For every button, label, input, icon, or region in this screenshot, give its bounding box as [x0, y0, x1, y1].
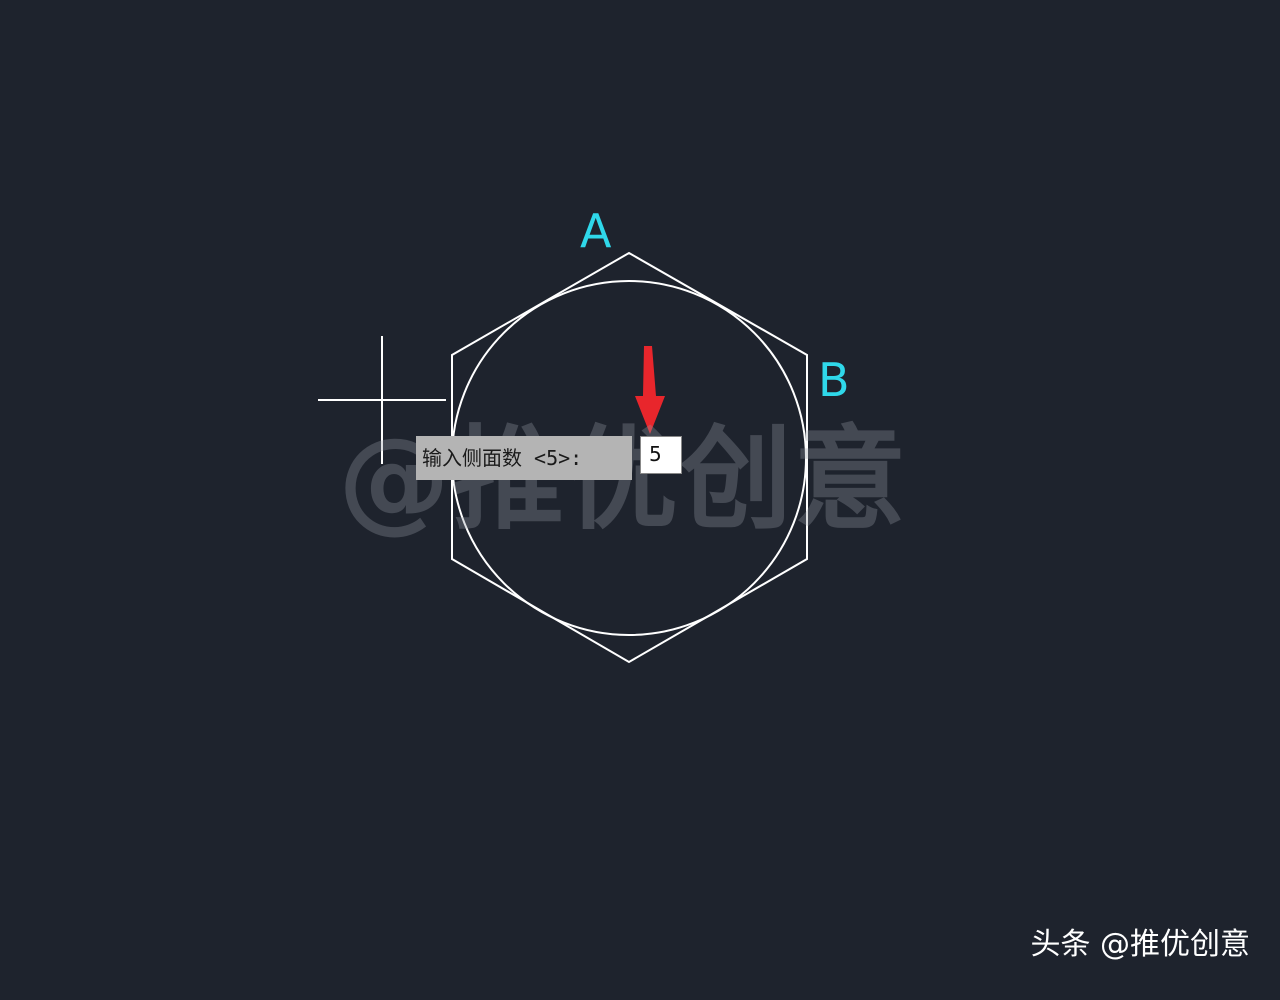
vertex-label-b: B	[818, 353, 850, 407]
sides-count-input[interactable]: 5	[640, 436, 682, 474]
red-arrow-down-icon	[635, 346, 665, 434]
drawing-canvas[interactable]	[0, 0, 1280, 1000]
vertex-label-a: A	[580, 204, 612, 258]
footer-credit: 头条 @推优创意	[1030, 927, 1250, 962]
command-prompt-label: 输入侧面数 <5>:	[416, 436, 632, 480]
